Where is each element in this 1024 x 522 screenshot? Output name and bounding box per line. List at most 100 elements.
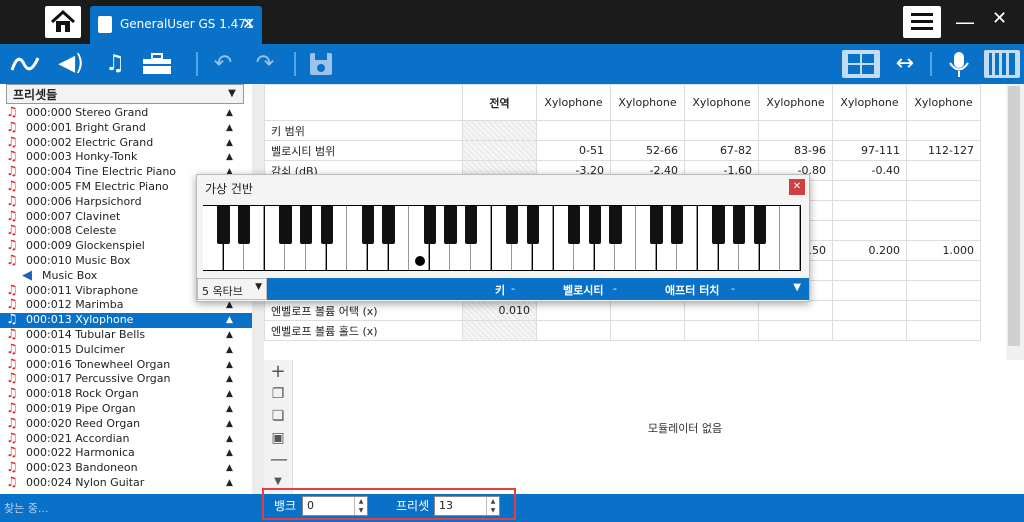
black-key[interactable] bbox=[279, 206, 292, 244]
preset-search-input[interactable]: 찾는 중... bbox=[0, 496, 252, 518]
grid-cell[interactable] bbox=[684, 300, 759, 321]
grid-cell[interactable] bbox=[758, 320, 833, 341]
grid-cell[interactable]: 97-111 bbox=[832, 140, 907, 161]
grid-cell[interactable] bbox=[610, 320, 685, 341]
arrows-horizontal-icon[interactable]: ↔ bbox=[888, 50, 922, 78]
collapse-icon[interactable]: ▲ bbox=[226, 328, 233, 343]
collapse-icon[interactable]: ▲ bbox=[226, 461, 233, 476]
grid-cell[interactable] bbox=[610, 300, 685, 321]
grid-scrollbar-thumb[interactable] bbox=[1008, 86, 1020, 346]
black-key[interactable] bbox=[423, 206, 436, 244]
zone-column-header[interactable]: Xylophone bbox=[684, 84, 759, 121]
paste-icon[interactable]: ❏ bbox=[270, 408, 286, 424]
global-column-header[interactable]: 전역 bbox=[462, 84, 537, 121]
grid-cell[interactable] bbox=[906, 200, 981, 221]
collapse-icon[interactable]: ▲ bbox=[226, 432, 233, 447]
black-key[interactable] bbox=[526, 206, 540, 244]
collapse-icon[interactable]: ▲ bbox=[226, 343, 233, 358]
collapse-icon[interactable]: ▲ bbox=[226, 121, 233, 136]
octave-select[interactable]: 5 옥타브 ▼ bbox=[197, 278, 267, 300]
black-key[interactable] bbox=[588, 206, 601, 244]
preset-item[interactable]: ♫ 000:024 Nylon Guitar ▲ bbox=[0, 475, 252, 491]
grid-cell[interactable]: 67-82 bbox=[684, 140, 759, 161]
home-button[interactable] bbox=[45, 6, 81, 38]
zone-column-header[interactable]: Xylophone bbox=[610, 84, 685, 121]
grid-cell[interactable]: 0.010 bbox=[462, 300, 537, 321]
collapse-icon[interactable]: ▲ bbox=[226, 106, 233, 121]
duplicate-icon[interactable]: ▣ bbox=[270, 430, 286, 446]
close-window-button[interactable]: ✕ bbox=[992, 8, 1007, 29]
piano-icon[interactable] bbox=[984, 50, 1020, 78]
tab-soundfont[interactable]: GeneralUser GS 1.471 ✕ bbox=[90, 6, 262, 44]
preset-item[interactable]: ♫ 000:000 Stereo Grand ▲ bbox=[0, 105, 252, 121]
grid-cell[interactable] bbox=[832, 260, 907, 281]
grid-cell[interactable] bbox=[832, 200, 907, 221]
black-key[interactable] bbox=[712, 206, 725, 244]
grid-cell[interactable] bbox=[832, 120, 907, 141]
grid-cell[interactable] bbox=[462, 140, 537, 161]
add-icon[interactable]: + bbox=[270, 363, 286, 381]
music-note-icon[interactable]: ♫ bbox=[100, 50, 130, 78]
preset-item[interactable]: ♫ 000:001 Bright Grand ▲ bbox=[0, 120, 252, 136]
preset-item[interactable]: ♫ 000:002 Electric Grand ▲ bbox=[0, 135, 252, 151]
collapse-icon[interactable]: ▲ bbox=[226, 150, 233, 165]
chevron-down-icon[interactable]: ▼ bbox=[793, 282, 801, 293]
bank-spinbox[interactable]: 0 ▲ ▼ bbox=[302, 496, 368, 516]
collapse-icon[interactable]: ▲ bbox=[226, 476, 233, 491]
black-key[interactable] bbox=[753, 206, 766, 244]
collapse-icon[interactable]: ▲ bbox=[226, 136, 233, 151]
menu-button[interactable] bbox=[903, 6, 941, 38]
black-key[interactable] bbox=[506, 206, 519, 244]
undo-icon[interactable]: ↶ bbox=[208, 50, 238, 78]
speaker-icon[interactable]: ◀) bbox=[56, 50, 86, 78]
grid-cell[interactable] bbox=[462, 320, 537, 341]
black-key[interactable] bbox=[382, 206, 395, 244]
preset-item[interactable]: ♫ 000:020 Reed Organ ▲ bbox=[0, 416, 252, 432]
copy-icon[interactable]: ❐ bbox=[270, 386, 286, 402]
black-key[interactable] bbox=[671, 206, 684, 244]
preset-item[interactable]: ♫ 000:013 Xylophone ▲ bbox=[0, 312, 252, 328]
grid-cell[interactable] bbox=[832, 180, 907, 201]
preset-item[interactable]: ♫ 000:022 Harmonica ▲ bbox=[0, 446, 252, 461]
waveform-icon[interactable] bbox=[8, 50, 44, 78]
minimize-button[interactable]: — bbox=[955, 10, 975, 34]
collapse-icon[interactable]: ▲ bbox=[226, 372, 233, 387]
black-key[interactable] bbox=[732, 206, 746, 244]
grid-cell[interactable] bbox=[906, 280, 981, 301]
grid-cell[interactable] bbox=[906, 320, 981, 341]
zone-column-header[interactable]: Xylophone bbox=[536, 84, 611, 121]
black-key[interactable] bbox=[650, 206, 663, 244]
preset-item[interactable]: ♫ 000:015 Dulcimer ▲ bbox=[0, 342, 252, 358]
grid-cell[interactable]: 0.200 bbox=[832, 240, 907, 261]
grid-cell[interactable]: -0.40 bbox=[832, 160, 907, 181]
preset-item[interactable]: ♫ 000:003 Honky-Tonk ▲ bbox=[0, 150, 252, 165]
grid-cell[interactable] bbox=[684, 120, 759, 141]
grid-cell[interactable] bbox=[906, 300, 981, 321]
toolbox-icon[interactable] bbox=[140, 50, 174, 78]
grid-cell[interactable] bbox=[832, 280, 907, 301]
collapse-icon[interactable]: ▲ bbox=[226, 402, 233, 417]
grid-cell[interactable]: 0-51 bbox=[536, 140, 611, 161]
grid-cell[interactable] bbox=[758, 120, 833, 141]
zone-column-header[interactable]: Xylophone bbox=[832, 84, 907, 121]
black-key[interactable] bbox=[238, 206, 251, 244]
grid-cell[interactable]: 83-96 bbox=[758, 140, 833, 161]
zone-column-header[interactable]: Xylophone bbox=[758, 84, 833, 121]
zone-column-header[interactable]: Xylophone bbox=[906, 84, 981, 121]
save-icon[interactable] bbox=[306, 50, 336, 78]
grid-cell[interactable] bbox=[906, 120, 981, 141]
black-key[interactable] bbox=[299, 206, 313, 244]
grid-cell[interactable] bbox=[832, 320, 907, 341]
preset-item[interactable]: ♫ 000:023 Bandoneon ▲ bbox=[0, 460, 252, 476]
grid-cell[interactable] bbox=[832, 300, 907, 321]
grid-cell[interactable]: 52-66 bbox=[610, 140, 685, 161]
preset-spinbox[interactable]: 13 ▲ ▼ bbox=[434, 496, 500, 516]
collapse-icon[interactable]: ▲ bbox=[226, 313, 233, 328]
collapse-icon[interactable]: ▲ bbox=[226, 446, 233, 461]
collapse-icon[interactable]: ▲ bbox=[226, 358, 233, 373]
preset-item[interactable]: ♫ 000:018 Rock Organ ▲ bbox=[0, 386, 252, 402]
collapse-icon[interactable]: ▲ bbox=[226, 417, 233, 432]
collapse-icon[interactable]: ▲ bbox=[226, 387, 233, 402]
spin-arrows-icon[interactable]: ▲ ▼ bbox=[354, 497, 367, 515]
preset-item[interactable]: ♫ 000:017 Percussive Organ ▲ bbox=[0, 372, 252, 387]
